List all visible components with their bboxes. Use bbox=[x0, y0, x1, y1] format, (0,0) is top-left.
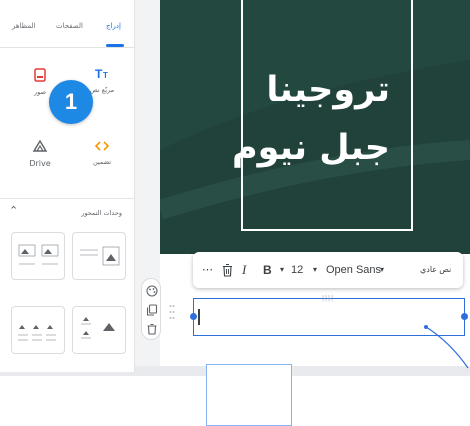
font-size-dropdown-icon[interactable]: ▾ bbox=[280, 252, 284, 288]
resize-handle-left[interactable] bbox=[190, 313, 197, 320]
connector-line bbox=[424, 325, 469, 369]
svg-text:T: T bbox=[95, 67, 103, 80]
italic-button[interactable]: I bbox=[242, 252, 246, 288]
active-tab-indicator bbox=[106, 44, 124, 47]
text-cursor bbox=[198, 309, 200, 325]
svg-text:T: T bbox=[103, 71, 108, 80]
more-options-button[interactable]: ⋯ bbox=[202, 252, 213, 288]
layout-image-grid-icon bbox=[81, 317, 115, 339]
side-tools bbox=[141, 278, 161, 340]
layout-image-grid[interactable] bbox=[72, 306, 126, 354]
image-icon bbox=[34, 68, 46, 82]
paragraph-style-value[interactable]: نص عادي bbox=[420, 252, 451, 288]
palette-icon[interactable] bbox=[146, 285, 158, 297]
font-size-value[interactable]: 12 bbox=[291, 252, 303, 288]
empty-placeholder-box[interactable] bbox=[206, 364, 292, 426]
slide-title-line-2[interactable]: جبل نيوم bbox=[232, 128, 390, 168]
text-format-toolbar: ⋯ I B ▾ 12 ▾ Open Sans ▾ نص عادي bbox=[193, 252, 463, 288]
duplicate-icon[interactable] bbox=[146, 304, 158, 316]
delete-text-icon[interactable] bbox=[222, 263, 233, 277]
layout-two-images-icon bbox=[18, 244, 59, 265]
resize-top-marker[interactable]: |||| bbox=[322, 295, 334, 302]
bold-button[interactable]: B bbox=[263, 252, 272, 288]
layout-three-images[interactable] bbox=[11, 306, 65, 354]
embed-code-icon bbox=[95, 141, 109, 151]
drive-icon bbox=[33, 140, 47, 152]
layout-two-images[interactable] bbox=[11, 232, 65, 280]
font-family-dropdown-icon[interactable]: ▾ bbox=[313, 252, 317, 288]
embed-label: تضمين bbox=[92, 158, 112, 166]
font-family-value[interactable]: Open Sans bbox=[326, 252, 381, 288]
tab-insert[interactable]: إدراج bbox=[106, 22, 121, 30]
delete-icon[interactable] bbox=[146, 323, 158, 335]
tab-slides[interactable]: الصفحات bbox=[56, 22, 83, 30]
layout-three-images-icon bbox=[18, 325, 56, 341]
text-icon: T T bbox=[95, 67, 108, 80]
slide-title-line-1[interactable]: تروجينا bbox=[266, 70, 390, 110]
drive-tile[interactable]: Drive bbox=[18, 140, 62, 168]
embed-tile[interactable]: تضمين bbox=[80, 140, 124, 166]
layouts-section-title: وحدات التمحور bbox=[81, 209, 122, 217]
step-number-badge: 1 bbox=[49, 80, 93, 124]
section-divider bbox=[0, 198, 135, 199]
style-dropdown-icon[interactable]: ▾ bbox=[380, 252, 384, 288]
layout-text-image-icon bbox=[80, 246, 120, 266]
drag-handle-icon[interactable] bbox=[169, 304, 175, 320]
insert-panel: المظاهر الصفحات إدراج T T مربّع نص صور ت… bbox=[0, 0, 135, 372]
layout-text-image[interactable] bbox=[72, 232, 126, 280]
slide-title-frame bbox=[241, 0, 413, 231]
drive-label: Drive bbox=[29, 159, 51, 168]
tab-themes[interactable]: المظاهر bbox=[12, 22, 36, 30]
panel-tabs: المظاهر الصفحات إدراج bbox=[0, 0, 135, 48]
chevron-up-icon[interactable]: ⌃ bbox=[9, 204, 18, 217]
